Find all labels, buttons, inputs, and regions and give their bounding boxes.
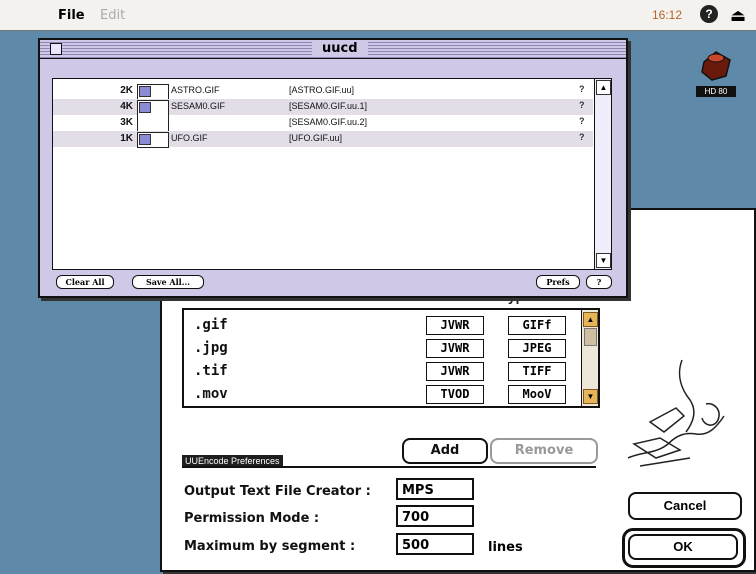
output-creator-label: Output Text File Creator : xyxy=(184,484,371,499)
reclining-figure-illustration xyxy=(627,359,725,467)
file-row[interactable]: 3K [SESAM0.GIF.uu.2] ? xyxy=(53,115,593,131)
uu-source-name: [SESAM0.GIF.uu.2] xyxy=(289,117,368,127)
scroll-down-arrow-icon[interactable]: ▼ xyxy=(583,389,598,404)
file-status-mark: ? xyxy=(579,116,585,126)
extension-row[interactable]: .jpg JVWR JPEG xyxy=(184,337,580,359)
output-creator-field[interactable]: MPS xyxy=(396,478,474,500)
uu-source-name: [SESAM0.GIF.uu.1] xyxy=(289,101,368,111)
file-name: ASTRO.GIF xyxy=(171,85,220,95)
application-menu-icon[interactable]: ⏏ xyxy=(730,6,746,26)
hard-drive-label[interactable]: HD 80 xyxy=(696,86,736,97)
file-status-mark: ? xyxy=(579,84,585,94)
clear-all-button[interactable]: Clear All xyxy=(56,275,114,289)
permission-mode-label: Permission Mode : xyxy=(184,511,320,526)
close-box-icon[interactable] xyxy=(50,43,62,55)
file-size: 1K xyxy=(120,133,133,144)
scroll-up-arrow-icon[interactable]: ▲ xyxy=(583,312,598,327)
file-list-scrollbar[interactable]: ▲ ▼ xyxy=(594,79,611,269)
file-status-mark: ? xyxy=(579,100,585,110)
remove-button[interactable]: Remove xyxy=(490,438,598,464)
cancel-button[interactable]: Cancel xyxy=(628,492,742,520)
creator-code-field[interactable]: JVWR xyxy=(426,316,484,335)
section-divider xyxy=(182,466,596,468)
file-status-mark: ? xyxy=(579,132,585,142)
type-code-field[interactable]: MooV xyxy=(508,385,566,404)
permission-mode-field[interactable]: 700 xyxy=(396,505,474,527)
document-icon xyxy=(137,132,169,148)
uucd-window: uucd 2K ASTRO.GIF [ASTRO.GIF.uu] ? 4K SE… xyxy=(38,38,628,298)
scroll-down-arrow-icon[interactable]: ▼ xyxy=(596,253,611,268)
scroll-up-arrow-icon[interactable]: ▲ xyxy=(596,80,611,95)
type-code-field[interactable]: GIFf xyxy=(508,316,566,335)
type-code-field[interactable]: TIFF xyxy=(508,362,566,381)
uu-source-name: [ASTRO.GIF.uu] xyxy=(289,85,355,95)
file-size: 2K xyxy=(120,85,133,96)
hard-drive-icon[interactable] xyxy=(696,48,736,84)
file-name: UFO.GIF xyxy=(171,133,208,143)
extension-list-scrollbar[interactable]: ▲ ▼ xyxy=(581,310,598,406)
window-title: uucd xyxy=(312,41,368,57)
file-size: 3K xyxy=(120,117,133,128)
max-segment-field[interactable]: 500 xyxy=(396,533,474,555)
extension-row[interactable]: .gif JVWR GIFf xyxy=(184,314,580,336)
window-title-bar[interactable]: uucd xyxy=(40,40,626,59)
file-row[interactable]: 4K SESAM0.GIF [SESAM0.GIF.uu.1] ? xyxy=(53,99,593,132)
extension-name: .mov xyxy=(194,386,228,402)
extension-name: .jpg xyxy=(194,340,228,356)
menu-file[interactable]: File xyxy=(58,8,85,23)
prefs-button[interactable]: Prefs xyxy=(536,275,580,289)
extension-mapping-list[interactable]: .gif JVWR GIFf .jpg JVWR JPEG .tif JVWR … xyxy=(182,308,600,408)
file-size: 4K xyxy=(120,101,133,112)
file-name: SESAM0.GIF xyxy=(171,101,226,111)
menubar-clock[interactable]: 16:12 xyxy=(652,8,682,22)
menu-bar: File Edit 16:12 ? ⏏ xyxy=(0,0,756,31)
creator-code-field[interactable]: TVOD xyxy=(426,385,484,404)
document-icon xyxy=(137,84,169,100)
extension-name: .tif xyxy=(194,363,228,379)
segment-unit-label: lines xyxy=(488,540,523,555)
max-segment-label: Maximum by segment : xyxy=(184,539,356,554)
help-menu-icon[interactable]: ? xyxy=(700,5,718,23)
ok-button[interactable]: OK xyxy=(628,534,738,560)
creator-code-field[interactable]: JVWR xyxy=(426,362,484,381)
type-code-field[interactable]: JPEG xyxy=(508,339,566,358)
creator-code-field[interactable]: JVWR xyxy=(426,339,484,358)
file-row[interactable]: 2K ASTRO.GIF [ASTRO.GIF.uu] ? xyxy=(53,83,593,100)
window-help-button[interactable]: ? xyxy=(586,275,612,289)
extension-name: .gif xyxy=(194,317,228,333)
extension-row[interactable]: .mov TVOD MooV xyxy=(184,383,580,405)
decoded-files-list[interactable]: 2K ASTRO.GIF [ASTRO.GIF.uu] ? 4K SESAM0.… xyxy=(52,78,612,270)
menu-edit[interactable]: Edit xyxy=(100,8,125,23)
save-all-button[interactable]: Save All... xyxy=(132,275,204,289)
scroll-thumb[interactable] xyxy=(584,328,597,346)
add-button[interactable]: Add xyxy=(402,438,488,464)
extension-row[interactable]: .tif JVWR TIFF xyxy=(184,360,580,382)
uu-source-name: [UFO.GIF.uu] xyxy=(289,133,343,143)
file-row[interactable]: 1K UFO.GIF [UFO.GIF.uu] ? xyxy=(53,131,593,148)
